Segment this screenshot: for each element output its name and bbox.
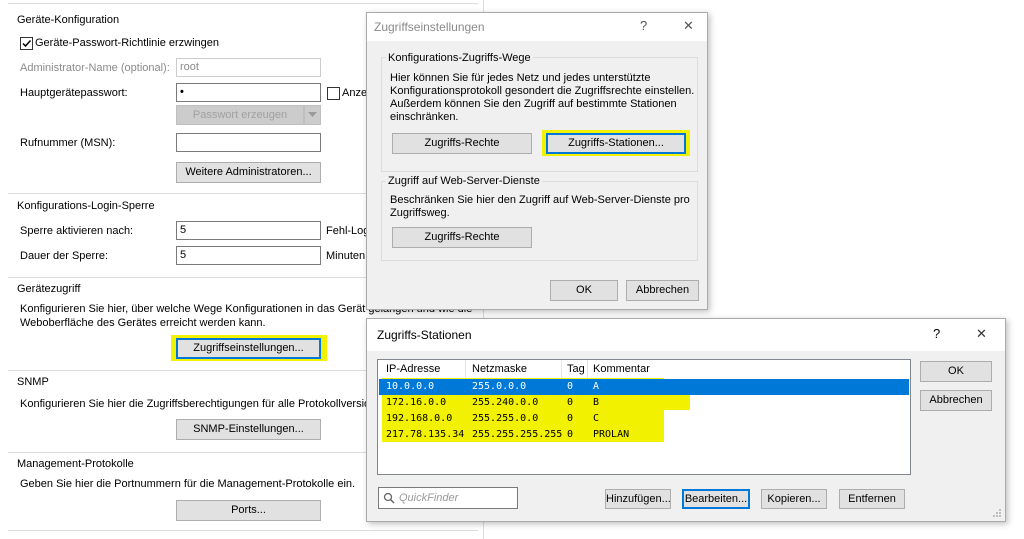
zugriffseinstellungen-dialog: Zugriffseinstellungen ? ✕ Konfigurations… (366, 12, 708, 310)
column-separator (561, 360, 562, 378)
ok-button[interactable]: OK (920, 361, 992, 382)
cancel-button[interactable]: Abbrechen (920, 390, 992, 411)
phone-label: Rufnummer (MSN): (20, 137, 116, 149)
column-header[interactable]: Tag (567, 360, 585, 378)
cell-tag: 0 (567, 397, 574, 408)
cell-comment: A (593, 381, 600, 392)
remove-button[interactable]: Entfernen (839, 489, 905, 509)
cell-netmask: 255.240.0.0 (472, 397, 539, 408)
management-description: Geben Sie hier die Portnummern für die M… (20, 478, 356, 490)
section-title-snmp: SNMP (17, 376, 49, 388)
table-row[interactable]: 172.16.0.0 255.240.0.0 0 B (379, 395, 909, 411)
web-access-rights-button[interactable]: Zugriffs-Rechte (392, 227, 532, 248)
cell-netmask: 255.255.0.0 (472, 413, 539, 424)
cell-tag: 0 (567, 381, 574, 392)
snmp-settings-button[interactable]: SNMP-Einstellungen... (176, 419, 321, 440)
add-button[interactable]: Hinzufügen... (605, 489, 671, 509)
cell-comment: B (593, 397, 600, 408)
section-title-management: Management-Protokolle (17, 458, 134, 470)
close-icon[interactable]: ✕ (683, 19, 694, 33)
cell-netmask: 255.255.255.255 (472, 429, 563, 440)
zugriffs-stationen-dialog: Zugriffs-Stationen ? ✕ IP-Adresse Netzma… (366, 318, 1006, 522)
resize-grip-icon[interactable] (992, 508, 1002, 518)
section-title-geraetezugriff: Gerätezugriff (17, 283, 81, 295)
generate-password-dropdown[interactable] (304, 105, 321, 125)
show-password-checkbox[interactable] (327, 87, 340, 100)
more-admins-button[interactable]: Weitere Administratoren... (176, 162, 321, 183)
group2-text-1: Beschränken Sie hier den Zugriff auf Web… (390, 194, 690, 206)
enforce-password-policy-label[interactable]: Geräte-Passwort-Richtlinie erzwingen (35, 36, 219, 50)
cancel-button[interactable]: Abbrechen (626, 280, 699, 301)
group2-text-2: Zugriffsweg. (390, 207, 450, 219)
table-row[interactable]: 217.78.135.34 255.255.255.255 0 PROLAN (379, 427, 909, 443)
checkmark-icon (22, 39, 32, 48)
phone-input[interactable] (176, 133, 321, 152)
dialog-title: Zugriffs-Stationen (377, 328, 472, 342)
geraetezugriff-description-2: Weboberfläche des Gerätes erreicht werde… (20, 317, 266, 329)
cell-ip: 192.168.0.0 (386, 413, 453, 424)
activate-after-label: Sperre aktivieren nach: (20, 225, 134, 237)
group1-title: Konfigurations-Zugriffs-Wege (386, 51, 533, 65)
group2-title: Zugriff auf Web-Server-Dienste (386, 174, 542, 188)
dialog-titlebar: Zugriffs-Stationen ? ✕ (367, 319, 1005, 351)
help-icon[interactable]: ? (640, 19, 647, 33)
ok-button[interactable]: OK (550, 280, 618, 301)
dialog-title: Zugriffseinstellungen (374, 20, 485, 34)
main-password-input[interactable]: • (176, 83, 321, 102)
duration-input[interactable]: 5 (176, 246, 321, 265)
access-settings-button[interactable]: Zugriffseinstellungen... (176, 338, 321, 359)
admin-name-input[interactable]: root (176, 58, 321, 77)
quickfinder-placeholder: QuickFinder (399, 492, 459, 504)
duration-unit: Minuten (326, 250, 366, 262)
group1-text-1: Hier können Sie für jedes Netz und jedes… (390, 72, 651, 84)
close-icon[interactable]: ✕ (976, 327, 987, 341)
group1-text-2: Konfigurationsprotokoll gesondert die Zu… (390, 85, 695, 97)
chevron-down-icon (308, 112, 317, 117)
cell-tag: 0 (567, 429, 574, 440)
copy-button[interactable]: Kopieren... (761, 489, 827, 509)
activate-after-input[interactable]: 5 (176, 221, 321, 240)
cell-netmask: 255.0.0.0 (472, 381, 527, 392)
cell-comment: C (593, 413, 600, 424)
cell-ip: 172.16.0.0 (386, 397, 447, 408)
access-rights-button[interactable]: Zugriffs-Rechte (392, 133, 532, 154)
group1-text-4: einschränken. (390, 111, 459, 123)
stations-table: IP-Adresse Netzmaske Tag Kommentar 10.0.… (377, 359, 911, 475)
cell-comment: PROLAN (593, 429, 630, 440)
snmp-description: Konfigurieren Sie hier die Zugriffsberec… (20, 398, 398, 410)
cell-ip: 217.78.135.34 (386, 429, 465, 440)
column-separator (465, 360, 466, 378)
help-icon[interactable]: ? (933, 327, 940, 341)
column-header[interactable]: Kommentar (593, 360, 650, 378)
generate-password-button[interactable]: Passwort erzeugen (176, 105, 304, 125)
ports-button[interactable]: Ports... (176, 500, 321, 521)
column-header[interactable]: Netzmaske (472, 360, 527, 378)
main-password-label: Hauptgerätepasswort: (20, 87, 128, 99)
dialog-titlebar: Zugriffseinstellungen ? ✕ (367, 13, 707, 41)
section-title-login-sperre: Konfigurations-Login-Sperre (17, 200, 155, 212)
column-separator (587, 360, 588, 378)
admin-name-label: Administrator-Name (optional): (20, 62, 170, 74)
duration-label: Dauer der Sperre: (20, 250, 109, 262)
search-icon (383, 492, 395, 504)
cell-ip: 10.0.0.0 (386, 381, 435, 392)
enforce-password-policy-checkbox[interactable] (20, 37, 33, 50)
section-title-geraete-konfiguration: Geräte-Konfiguration (17, 14, 120, 26)
panel-top-border (8, 0, 478, 4)
table-row[interactable]: 192.168.0.0 255.255.0.0 0 C (379, 411, 909, 427)
table-row[interactable]: 10.0.0.0 255.0.0.0 0 A (379, 379, 909, 395)
edit-button[interactable]: Bearbeiten... (682, 489, 750, 509)
group1-text-3: Außerdem können Sie den Zugriff auf best… (390, 98, 677, 110)
access-stations-button[interactable]: Zugriffs-Stationen... (546, 133, 686, 154)
section-divider (8, 530, 478, 531)
quickfinder-input[interactable]: QuickFinder (378, 487, 518, 509)
column-header[interactable]: IP-Adresse (386, 360, 440, 378)
cell-tag: 0 (567, 413, 574, 424)
